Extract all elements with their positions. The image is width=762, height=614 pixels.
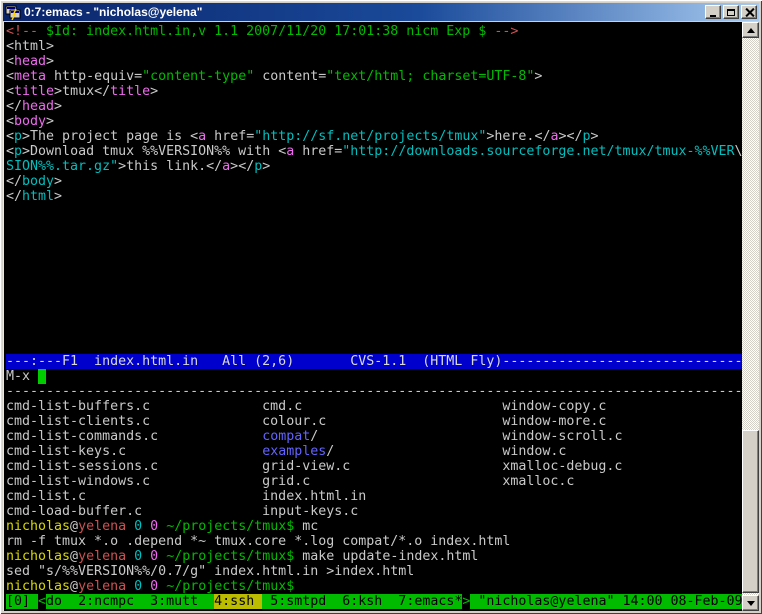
window-title: 0:7:emacs - "nicholas@yelena": [24, 3, 705, 21]
scrollbar-thumb[interactable]: [742, 430, 759, 593]
empty-line: [6, 324, 742, 339]
titlebar[interactable]: 0:7:emacs - "nicholas@yelena": [3, 3, 759, 21]
scrollbar-track[interactable]: [742, 38, 759, 595]
ls-output-line: cmd-list-buffers.c cmd.c window-copy.c: [6, 399, 742, 414]
empty-line: [6, 294, 742, 309]
shell-prompt-line: nicholas@yelena 0 0 ~/projects/tmux$ mak…: [6, 549, 742, 564]
putty-window: 0:7:emacs - "nicholas@yelena" <!-- $Id: …: [0, 0, 762, 614]
empty-line: [6, 309, 742, 324]
terminal-screen[interactable]: <!-- $Id: index.html.in,v 1.1 2007/11/20…: [3, 22, 742, 611]
shell-prompt-line: nicholas@yelena 0 0 ~/projects/tmux$: [6, 579, 742, 594]
emacs-code-line: <html>: [6, 39, 742, 54]
scroll-up-button[interactable]: [742, 22, 759, 38]
app-icon[interactable]: [5, 5, 21, 20]
window-body: <!-- $Id: index.html.in,v 1.1 2007/11/20…: [3, 22, 759, 611]
shell-output-line: rm -f tmux *.o .depend *~ tmux.core *.lo…: [6, 534, 742, 549]
ls-output-line: cmd-list-clients.c colour.c window-more.…: [6, 414, 742, 429]
scroll-down-button[interactable]: [742, 595, 759, 611]
empty-line: [6, 249, 742, 264]
shell-output-line: sed "s/%%VERSION%%/0.7/g" index.html.in …: [6, 564, 742, 579]
emacs-code-line: <p>The project page is <a href="http://s…: [6, 129, 742, 144]
shell-prompt-line: nicholas@yelena 0 0 ~/projects/tmux$ mc: [6, 519, 742, 534]
up-arrow-icon: [747, 28, 755, 33]
emacs-code-line: </html>: [6, 189, 742, 204]
ls-output-line: cmd-load-buffer.c input-keys.c: [6, 504, 742, 519]
emacs-code-line: </head>: [6, 99, 742, 114]
tmux-status-bar: [0] <do 2:ncmpc 3:mutt 4:ssh 5:smtpd 6:k…: [6, 594, 742, 609]
close-icon: [745, 8, 754, 17]
maximize-button[interactable]: [723, 5, 739, 19]
maximize-icon: [727, 9, 735, 16]
ls-output-line: cmd-list.c index.html.in: [6, 489, 742, 504]
empty-line: [6, 279, 742, 294]
emacs-code-line: <p>Download tmux %%VERSION%% with <a hre…: [6, 144, 742, 159]
emacs-code-line: <head>: [6, 54, 742, 69]
minimize-button[interactable]: [705, 5, 721, 19]
empty-line: [6, 264, 742, 279]
emacs-code-line: </body>: [6, 174, 742, 189]
ls-output-line: cmd-list-commands.c compat/ window-scrol…: [6, 429, 742, 444]
down-arrow-icon: [747, 601, 755, 606]
empty-line: [6, 339, 742, 354]
empty-line: [6, 204, 742, 219]
dashed-separator: ----------------------------------------…: [6, 384, 742, 399]
ls-output-line: cmd-list-sessions.c grid-view.c xmalloc-…: [6, 459, 742, 474]
emacs-code-line: <body>: [6, 114, 742, 129]
emacs-modeline: ---:---F1 index.html.in All (2,6) CVS-1.…: [6, 354, 742, 369]
scrollbar[interactable]: [742, 22, 759, 611]
window-controls: [705, 5, 757, 19]
emacs-code-line: <meta http-equiv="content-type" content=…: [6, 69, 742, 84]
emacs-minibuffer: M-x: [6, 369, 742, 384]
ls-output-line: cmd-list-windows.c grid.c xmalloc.c: [6, 474, 742, 489]
emacs-code-line: <title>tmux</title>: [6, 84, 742, 99]
close-button[interactable]: [741, 5, 757, 19]
empty-line: [6, 219, 742, 234]
ls-output-line: cmd-list-keys.c examples/ window.c: [6, 444, 742, 459]
empty-line: [6, 234, 742, 249]
emacs-code-line: SION%%.tar.gz">this link.</a></p>: [6, 159, 742, 174]
emacs-comment-line: <!-- $Id: index.html.in,v 1.1 2007/11/20…: [6, 24, 742, 39]
minimize-icon: [710, 15, 716, 17]
